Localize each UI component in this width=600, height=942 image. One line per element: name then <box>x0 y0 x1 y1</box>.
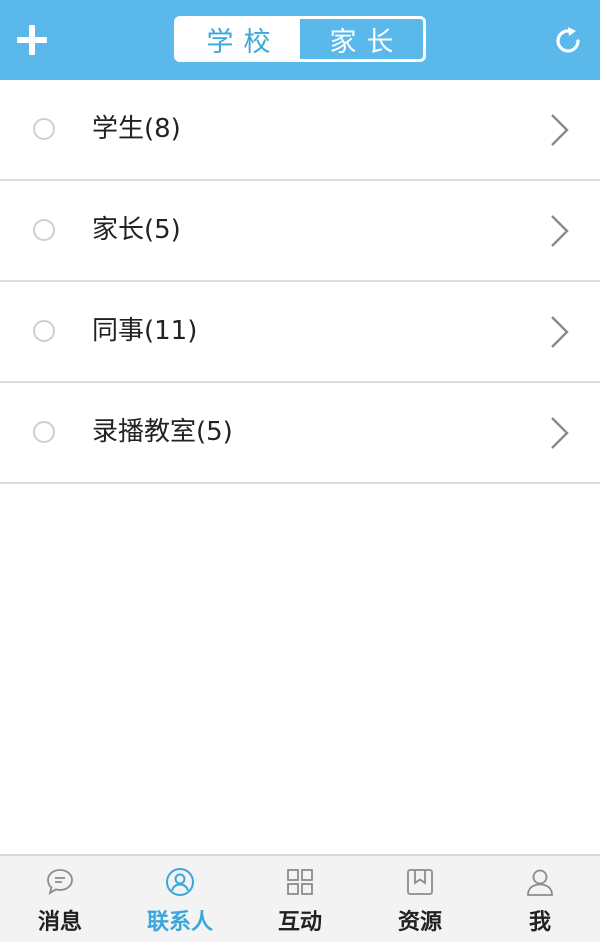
list-item[interactable]: 学生(8) <box>0 80 600 181</box>
tab-me[interactable]: 我 <box>480 856 600 942</box>
list-item[interactable]: 录播教室(5) <box>0 383 600 484</box>
school-parent-switch: 学校 家长 <box>174 16 426 62</box>
list-item-label: 录播教室(5) <box>92 417 233 447</box>
grid-icon <box>287 869 313 895</box>
chevron-right-icon <box>551 417 569 449</box>
chat-bubble-icon <box>47 869 73 895</box>
bookmark-box-icon <box>407 869 433 895</box>
list-item[interactable]: 同事(11) <box>0 282 600 383</box>
tab-parent[interactable]: 家长 <box>300 19 423 59</box>
tab-label: 消息 <box>37 910 82 935</box>
radio-button[interactable] <box>33 219 55 241</box>
plus-icon <box>17 25 47 55</box>
tab-label: 互动 <box>277 910 322 935</box>
radio-button[interactable] <box>33 320 55 342</box>
tab-resources[interactable]: 资源 <box>360 856 480 942</box>
tab-label: 联系人 <box>146 910 213 935</box>
refresh-button[interactable] <box>550 22 586 58</box>
chevron-right-icon <box>551 114 569 146</box>
tab-contacts[interactable]: 联系人 <box>120 856 240 942</box>
radio-button[interactable] <box>33 421 55 443</box>
tab-school[interactable]: 学校 <box>177 19 300 59</box>
contacts-icon <box>166 868 194 896</box>
person-icon <box>527 869 553 896</box>
list-item-label: 家长(5) <box>92 215 181 245</box>
top-bar: 学校 家长 <box>0 0 600 80</box>
chevron-right-icon <box>551 316 569 348</box>
list-item[interactable]: 家长(5) <box>0 181 600 282</box>
list-item-label: 学生(8) <box>92 114 181 144</box>
bottom-tab-bar: 消息 联系人 互动 资源 我 <box>0 854 600 942</box>
contact-group-list: 学生(8) 家长(5) 同事(11) 录播教室(5) <box>0 80 600 484</box>
chevron-right-icon <box>551 215 569 247</box>
radio-button[interactable] <box>33 118 55 140</box>
list-item-label: 同事(11) <box>92 316 198 346</box>
tab-messages[interactable]: 消息 <box>0 856 120 942</box>
refresh-icon <box>556 27 580 53</box>
tab-label: 我 <box>528 910 551 935</box>
tab-interaction[interactable]: 互动 <box>240 856 360 942</box>
add-button[interactable] <box>14 22 50 58</box>
tab-label: 资源 <box>397 910 442 935</box>
